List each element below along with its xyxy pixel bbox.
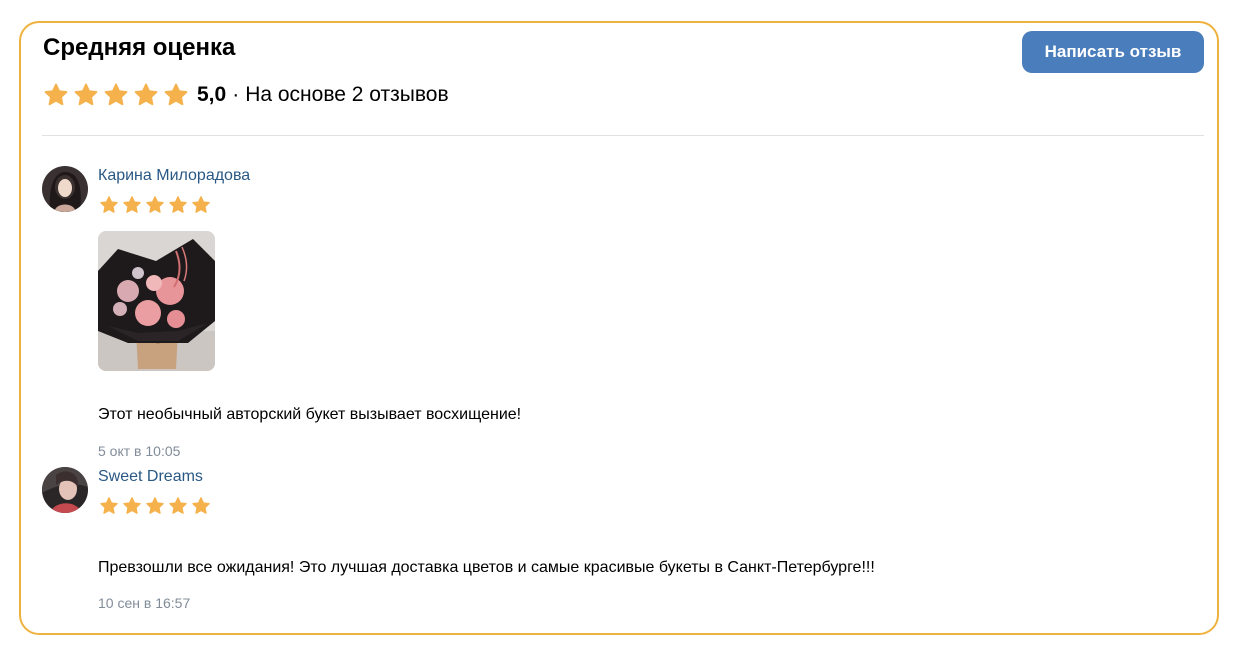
review-photo[interactable]	[98, 231, 215, 371]
divider	[42, 135, 1204, 136]
review-stars	[99, 195, 211, 215]
review-text: Этот необычный авторский букет вызывает …	[98, 406, 522, 423]
review-date[interactable]: 5 окт в 10:05	[98, 443, 180, 459]
average-rating-title: Средняя оценка	[43, 34, 236, 61]
review-author[interactable]: Карина Милорадова	[98, 167, 250, 185]
avatar[interactable]	[42, 467, 88, 513]
star-icon	[122, 195, 142, 215]
star-icon	[145, 195, 165, 215]
star-icon	[133, 82, 159, 108]
review-stars	[99, 496, 211, 516]
review-text: Превзошли все ожидания! Это лучшая доста…	[98, 559, 875, 576]
star-icon	[163, 82, 189, 108]
write-review-button[interactable]: Написать отзыв	[1022, 31, 1204, 73]
star-icon	[73, 82, 99, 108]
review-count-text: На основе 2 отзывов	[245, 83, 449, 106]
star-icon	[122, 496, 142, 516]
star-icon	[145, 496, 165, 516]
star-icon	[191, 496, 211, 516]
star-icon	[99, 195, 119, 215]
star-icon	[103, 82, 129, 108]
star-icon	[168, 496, 188, 516]
star-icon	[43, 82, 69, 108]
avatar[interactable]	[42, 166, 88, 212]
average-stars	[43, 82, 189, 108]
review-date[interactable]: 10 сен в 16:57	[98, 595, 190, 611]
reviews-panel: Средняя оценка 5,0 · На основе 2 отзывов…	[19, 21, 1219, 635]
rating-summary: 5,0 · На основе 2 отзывов	[43, 80, 449, 110]
separator-dot: ·	[232, 83, 240, 106]
star-icon	[168, 195, 188, 215]
star-icon	[191, 195, 211, 215]
review-author[interactable]: Sweet Dreams	[98, 468, 203, 486]
average-rating-value: 5,0	[197, 83, 227, 106]
star-icon	[99, 496, 119, 516]
